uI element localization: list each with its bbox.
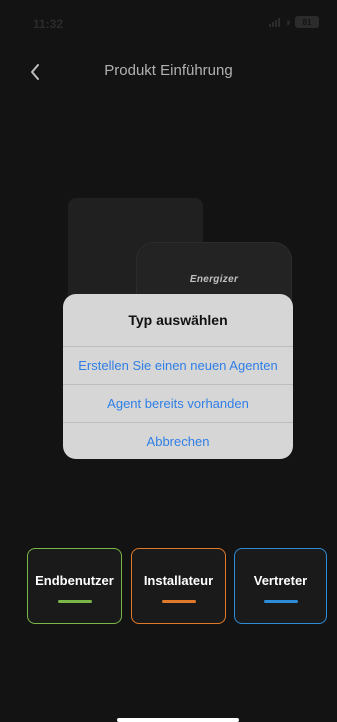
existing-agent-button[interactable]: Agent bereits vorhanden (63, 384, 293, 422)
role-label: Installateur (143, 573, 214, 588)
role-label: Vertreter (253, 573, 308, 588)
home-indicator (117, 718, 239, 722)
role-underline (57, 600, 92, 603)
role-underline (161, 600, 196, 603)
dialog-title: Typ auswählen (128, 312, 228, 328)
role-selector: Endbenutzer Installateur Vertreter (27, 548, 327, 626)
create-new-agent-button[interactable]: Erstellen Sie einen neuen Agenten (63, 346, 293, 384)
type-select-dialog: Typ auswählen Erstellen Sie einen neuen … (63, 294, 293, 459)
role-label: Endbenutzer (35, 573, 114, 588)
role-installateur-button[interactable]: Installateur (131, 548, 226, 624)
cancel-button[interactable]: Abbrechen (63, 422, 293, 459)
role-endbenutzer-button[interactable]: Endbenutzer (27, 548, 122, 624)
role-underline (263, 600, 298, 603)
role-vertreter-button[interactable]: Vertreter (234, 548, 327, 624)
